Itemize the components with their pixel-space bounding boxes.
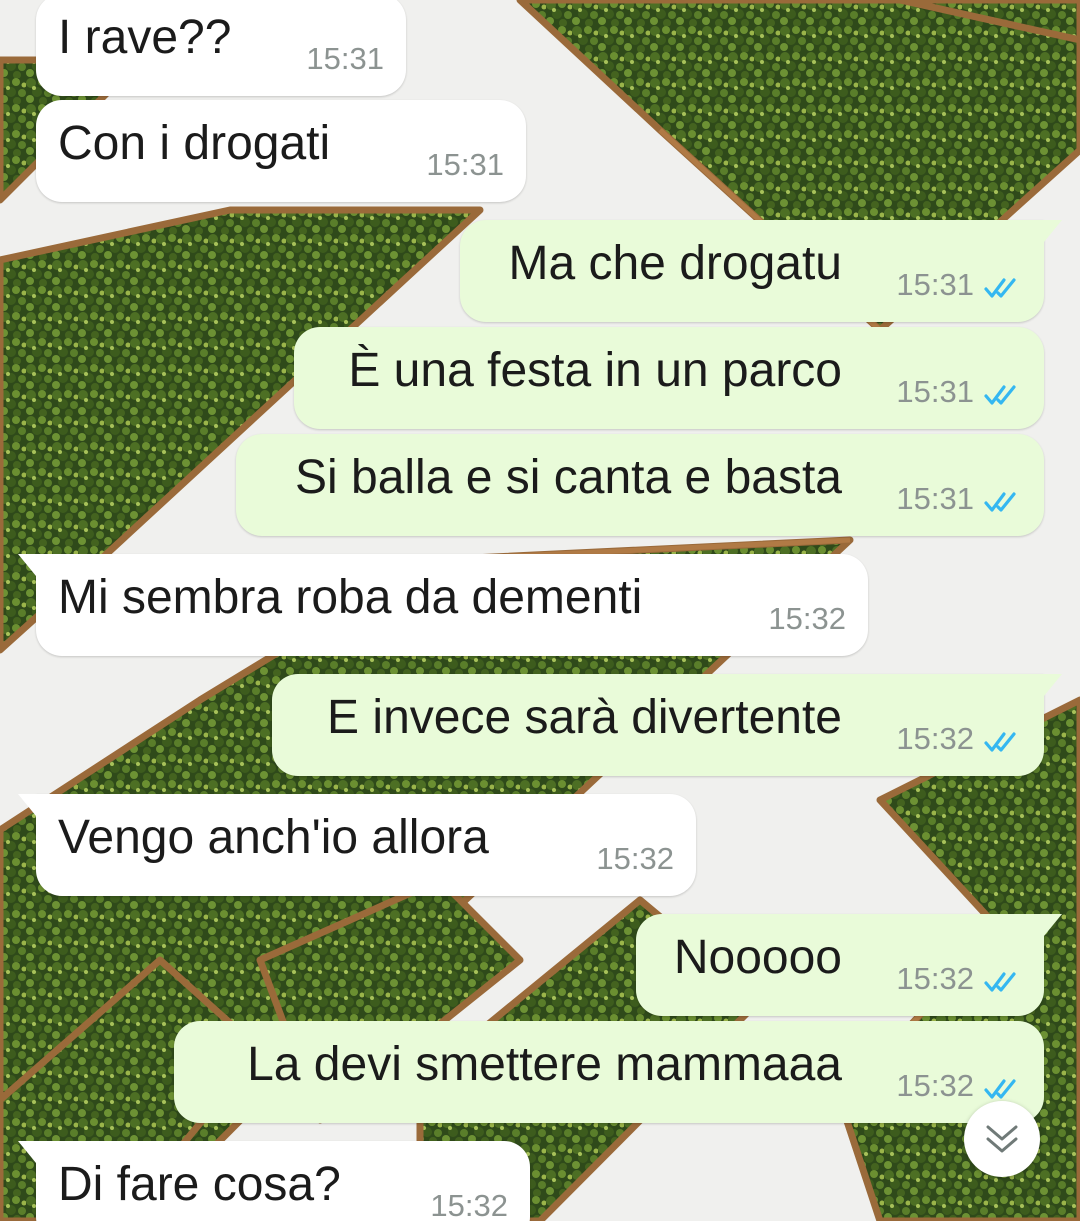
- read-receipt-icon: [984, 385, 1016, 405]
- chat-conversation[interactable]: I rave?? 15:31 Con i drogati 15:31 Ma ch…: [0, 0, 1080, 1221]
- message-text: Ma che drogatu: [508, 237, 842, 290]
- message-text: Con i drogati: [58, 117, 331, 170]
- read-receipt-icon: [984, 278, 1016, 298]
- read-receipt-icon: [984, 972, 1016, 992]
- message-bubble-outgoing[interactable]: Si balla e si canta e basta 15:31: [236, 434, 1044, 536]
- message-text: Si balla e si canta e basta: [294, 451, 842, 504]
- message-text: È una festa in un parco: [348, 344, 842, 397]
- read-receipt-icon: [984, 1079, 1016, 1099]
- message-time: 15:32: [596, 841, 674, 876]
- message-bubble-outgoing[interactable]: La devi smettere mammaaa 15:32: [174, 1021, 1044, 1123]
- message-text: Vengo anch'io allora: [58, 811, 489, 864]
- message-bubble-incoming[interactable]: Con i drogati 15:31: [36, 100, 526, 202]
- message-time: 15:31: [896, 481, 974, 516]
- message-bubble-outgoing[interactable]: E invece sarà divertente 15:32: [272, 674, 1062, 776]
- message-bubble-incoming[interactable]: Vengo anch'io allora 15:32: [18, 794, 696, 896]
- message-time: 15:32: [896, 721, 974, 756]
- message-bubble-incoming[interactable]: Mi sembra roba da dementi 15:32: [18, 554, 868, 656]
- message-text: Mi sembra roba da dementi: [58, 571, 643, 624]
- read-receipt-icon: [984, 732, 1016, 752]
- message-text: Nooooo: [673, 931, 842, 984]
- scroll-to-bottom-button[interactable]: [964, 1101, 1040, 1177]
- message-text: E invece sarà divertente: [327, 691, 842, 744]
- message-bubble-outgoing[interactable]: Nooooo 15:32: [636, 914, 1062, 1016]
- message-time: 15:31: [896, 267, 974, 302]
- message-bubble-outgoing[interactable]: È una festa in un parco 15:31: [294, 327, 1044, 429]
- message-bubble-outgoing[interactable]: Ma che drogatu 15:31: [460, 220, 1062, 322]
- message-time: 15:32: [896, 961, 974, 996]
- message-text: Di fare cosa?: [58, 1158, 341, 1211]
- message-time: 15:31: [426, 147, 504, 182]
- message-bubble-incoming[interactable]: Di fare cosa? 15:32: [18, 1141, 530, 1221]
- message-text: I rave??: [58, 11, 232, 64]
- message-time: 15:32: [768, 601, 846, 636]
- message-bubble-incoming[interactable]: I rave?? 15:31: [36, 0, 406, 96]
- message-text: La devi smettere mammaaa: [247, 1038, 842, 1091]
- message-time: 15:32: [430, 1188, 508, 1221]
- message-time: 15:31: [306, 41, 384, 76]
- double-chevron-down-icon: [986, 1125, 1018, 1153]
- read-receipt-icon: [984, 492, 1016, 512]
- message-time: 15:31: [896, 374, 974, 409]
- message-time: 15:32: [896, 1068, 974, 1103]
